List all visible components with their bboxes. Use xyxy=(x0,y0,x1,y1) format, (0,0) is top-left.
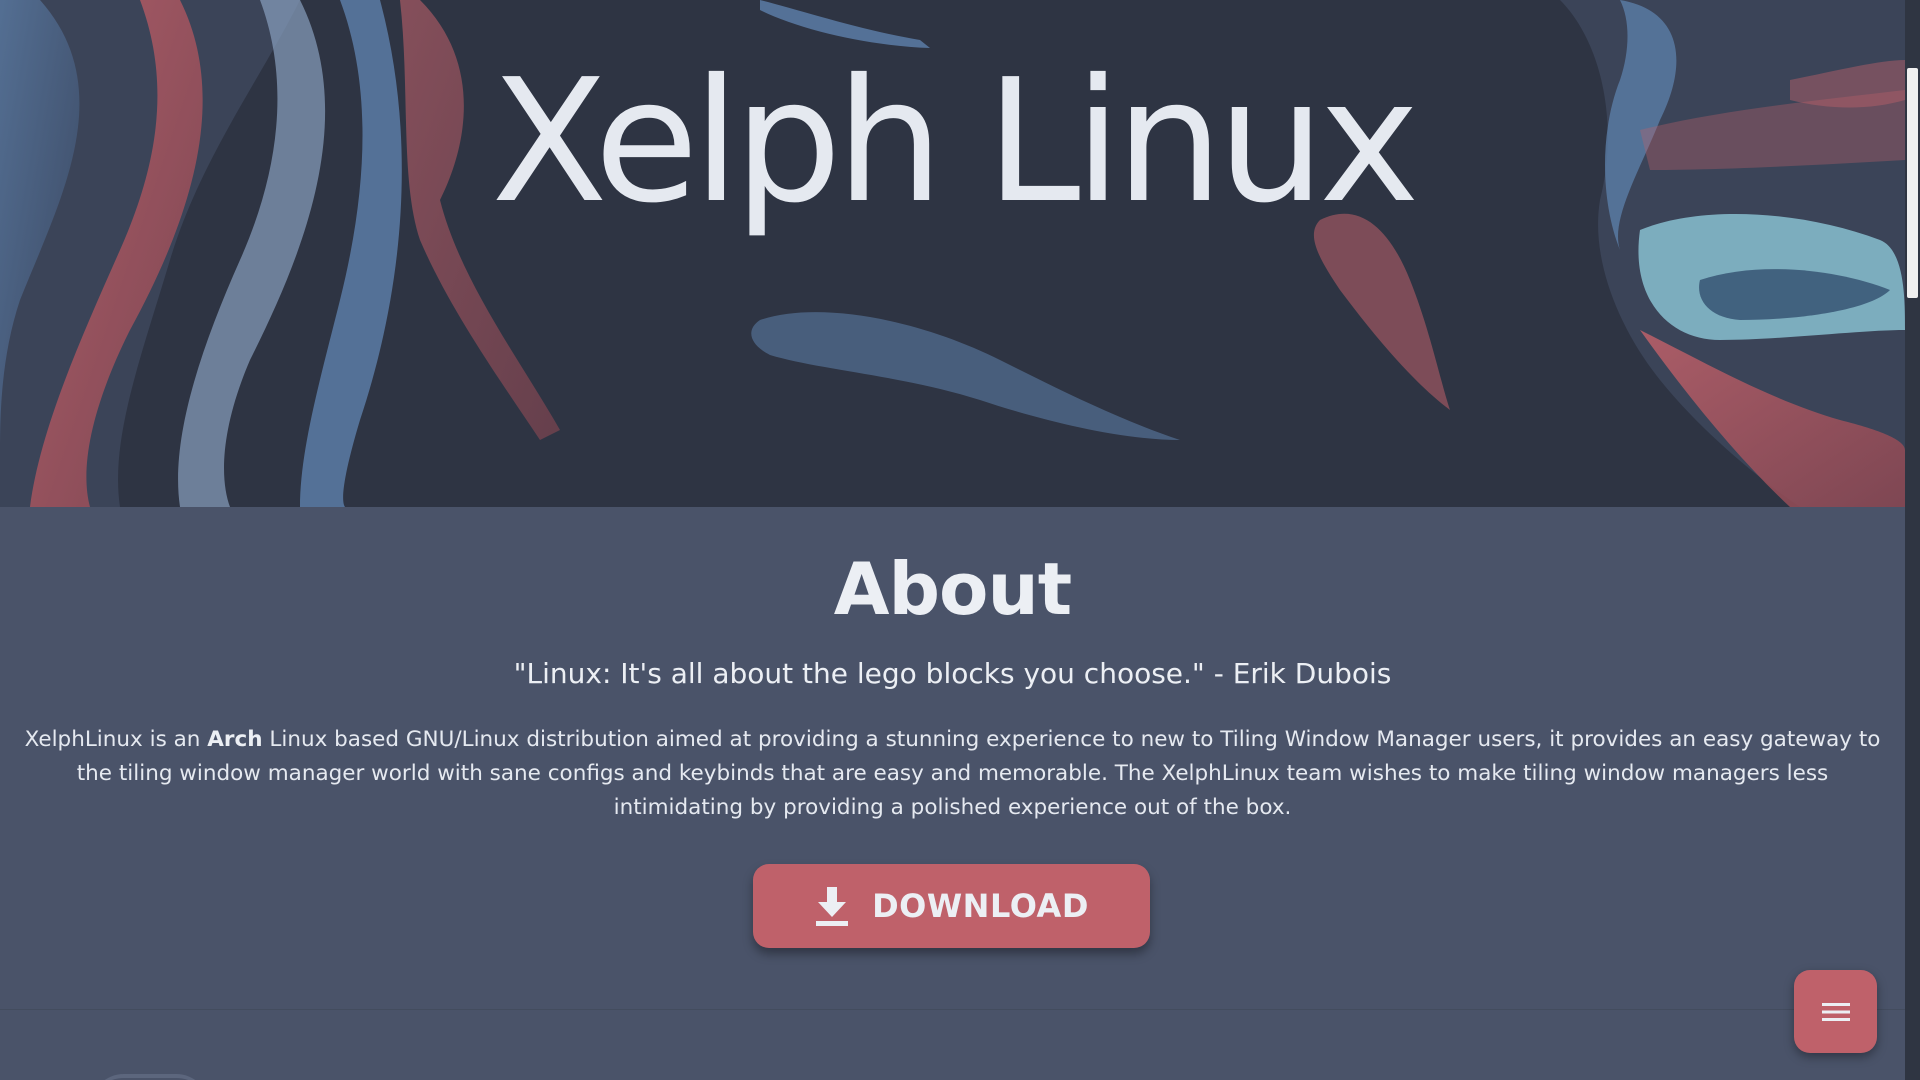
download-button[interactable]: DOWNLOAD xyxy=(753,864,1150,948)
download-icon xyxy=(816,887,849,926)
page-scrollbar[interactable] xyxy=(1905,0,1920,1080)
hero-banner: Xelph Linux xyxy=(0,0,1905,507)
about-text-intro: XelphLinux is an xyxy=(24,727,208,752)
page: Xelph Linux About "Linux: It's all about… xyxy=(0,0,1920,1080)
scrollbar-thumb[interactable] xyxy=(1907,68,1918,298)
next-section xyxy=(0,1010,1905,1080)
menu-button[interactable] xyxy=(1794,970,1877,1053)
about-text-body: Linux based GNU/Linux distribution aimed… xyxy=(76,727,1881,820)
about-text-arch: Arch xyxy=(207,727,263,752)
about-section: About "Linux: It's all about the lego bl… xyxy=(0,507,1905,1009)
download-label: DOWNLOAD xyxy=(872,887,1089,925)
about-description: XelphLinux is an Arch Linux based GNU/Li… xyxy=(22,723,1883,825)
about-heading: About xyxy=(833,547,1072,631)
hamburger-menu-icon xyxy=(1821,1002,1850,1021)
about-quote: "Linux: It's all about the lego blocks y… xyxy=(513,657,1392,690)
next-section-decoration xyxy=(90,1074,210,1080)
site-title: Xelph Linux xyxy=(491,43,1419,241)
